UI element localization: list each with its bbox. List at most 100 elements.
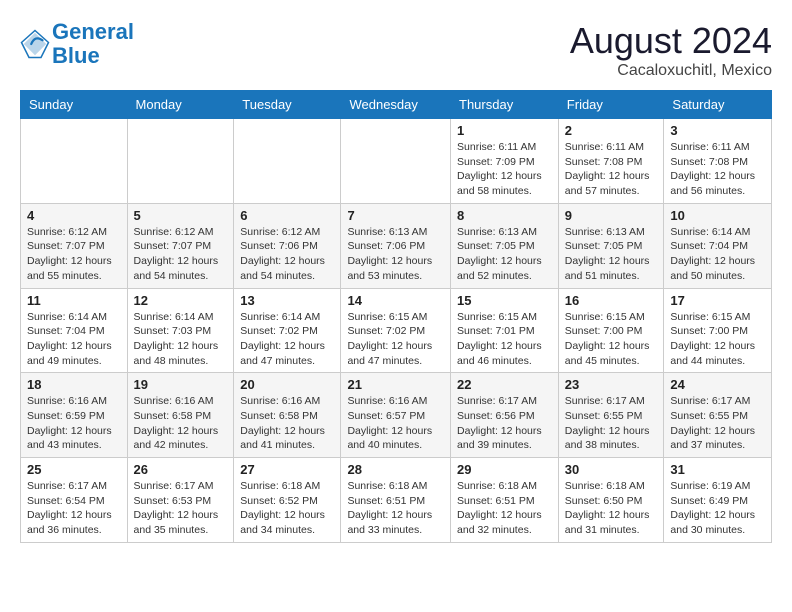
day-number: 7 <box>347 208 444 223</box>
calendar-week-row: 4 Sunrise: 6:12 AMSunset: 7:07 PMDaylight… <box>21 203 772 288</box>
day-number: 1 <box>457 123 552 138</box>
day-info: Sunrise: 6:14 AMSunset: 7:04 PMDaylight:… <box>670 225 765 284</box>
day-info: Sunrise: 6:14 AMSunset: 7:04 PMDaylight:… <box>27 310 121 369</box>
calendar-cell: 8 Sunrise: 6:13 AMSunset: 7:05 PMDaylight… <box>451 203 559 288</box>
day-number: 8 <box>457 208 552 223</box>
calendar-cell: 4 Sunrise: 6:12 AMSunset: 7:07 PMDaylight… <box>21 203 128 288</box>
day-number: 20 <box>240 377 334 392</box>
day-info: Sunrise: 6:15 AMSunset: 7:00 PMDaylight:… <box>670 310 765 369</box>
day-info: Sunrise: 6:19 AMSunset: 6:49 PMDaylight:… <box>670 479 765 538</box>
day-number: 29 <box>457 462 552 477</box>
location: Cacaloxuchitl, Mexico <box>570 62 772 80</box>
day-number: 19 <box>134 377 228 392</box>
calendar-week-row: 1 Sunrise: 6:11 AMSunset: 7:09 PMDaylight… <box>21 119 772 204</box>
calendar-cell <box>234 119 341 204</box>
day-number: 18 <box>27 377 121 392</box>
calendar-cell: 23Sunrise: 6:17 AMSunset: 6:55 PMDayligh… <box>558 373 664 458</box>
day-number: 9 <box>565 208 658 223</box>
day-info: Sunrise: 6:13 AMSunset: 7:05 PMDaylight:… <box>565 225 658 284</box>
calendar-cell: 6 Sunrise: 6:12 AMSunset: 7:06 PMDaylight… <box>234 203 341 288</box>
calendar-cell: 19 Sunrise: 6:16 AMSunset: 6:58 PMDayligh… <box>127 373 234 458</box>
day-number: 4 <box>27 208 121 223</box>
day-number: 13 <box>240 293 334 308</box>
day-info: Sunrise: 6:13 AMSunset: 7:05 PMDaylight:… <box>457 225 552 284</box>
day-number: 28 <box>347 462 444 477</box>
calendar-cell: 27 Sunrise: 6:18 AMSunset: 6:52 PMDayligh… <box>234 458 341 543</box>
calendar-cell: 14 Sunrise: 6:15 AMSunset: 7:02 PMDayligh… <box>341 288 451 373</box>
calendar-cell: 18 Sunrise: 6:16 AMSunset: 6:59 PMDayligh… <box>21 373 128 458</box>
calendar-cell: 15 Sunrise: 6:15 AMSunset: 7:01 PMDayligh… <box>451 288 559 373</box>
day-info: Sunrise: 6:15 AMSunset: 7:01 PMDaylight:… <box>457 310 552 369</box>
weekday-header-tuesday: Tuesday <box>234 91 341 119</box>
day-number: 24 <box>670 377 765 392</box>
day-number: 31 <box>670 462 765 477</box>
calendar-week-row: 18 Sunrise: 6:16 AMSunset: 6:59 PMDayligh… <box>21 373 772 458</box>
day-info: Sunrise: 6:15 AMSunset: 7:02 PMDaylight:… <box>347 310 444 369</box>
day-info: Sunrise: 6:18 AMSunset: 6:51 PMDaylight:… <box>457 479 552 538</box>
day-number: 17 <box>670 293 765 308</box>
day-number: 26 <box>134 462 228 477</box>
logo-icon <box>20 29 50 59</box>
calendar-cell: 22Sunrise: 6:17 AMSunset: 6:56 PMDayligh… <box>451 373 559 458</box>
calendar-cell: 1 Sunrise: 6:11 AMSunset: 7:09 PMDaylight… <box>451 119 559 204</box>
day-info: Sunrise: 6:14 AMSunset: 7:03 PMDaylight:… <box>134 310 228 369</box>
day-info: Sunrise: 6:16 AMSunset: 6:57 PMDaylight:… <box>347 394 444 453</box>
weekday-header-sunday: Sunday <box>21 91 128 119</box>
day-number: 3 <box>670 123 765 138</box>
day-number: 5 <box>134 208 228 223</box>
day-number: 2 <box>565 123 658 138</box>
weekday-header-friday: Friday <box>558 91 664 119</box>
day-info: Sunrise: 6:16 AMSunset: 6:58 PMDaylight:… <box>134 394 228 453</box>
day-info: Sunrise: 6:11 AMSunset: 7:09 PMDaylight:… <box>457 140 552 199</box>
calendar-cell: 24 Sunrise: 6:17 AMSunset: 6:55 PMDayligh… <box>664 373 772 458</box>
calendar-cell: 29 Sunrise: 6:18 AMSunset: 6:51 PMDayligh… <box>451 458 559 543</box>
day-info: Sunrise: 6:17 AMSunset: 6:54 PMDaylight:… <box>27 479 121 538</box>
calendar-cell <box>341 119 451 204</box>
day-number: 10 <box>670 208 765 223</box>
weekday-header-saturday: Saturday <box>664 91 772 119</box>
calendar-cell: 16 Sunrise: 6:15 AMSunset: 7:00 PMDayligh… <box>558 288 664 373</box>
page-header: General Blue August 2024 Cacaloxuchitl, … <box>20 20 772 80</box>
day-number: 14 <box>347 293 444 308</box>
calendar-cell: 31 Sunrise: 6:19 AMSunset: 6:49 PMDayligh… <box>664 458 772 543</box>
day-info: Sunrise: 6:16 AMSunset: 6:59 PMDaylight:… <box>27 394 121 453</box>
calendar-cell: 20 Sunrise: 6:16 AMSunset: 6:58 PMDayligh… <box>234 373 341 458</box>
weekday-header-row: SundayMondayTuesdayWednesdayThursdayFrid… <box>21 91 772 119</box>
weekday-header-wednesday: Wednesday <box>341 91 451 119</box>
day-info: Sunrise: 6:16 AMSunset: 6:58 PMDaylight:… <box>240 394 334 453</box>
day-number: 23 <box>565 377 658 392</box>
day-info: Sunrise: 6:18 AMSunset: 6:52 PMDaylight:… <box>240 479 334 538</box>
day-info: Sunrise: 6:17 AMSunset: 6:53 PMDaylight:… <box>134 479 228 538</box>
day-info: Sunrise: 6:17 AMSunset: 6:55 PMDaylight:… <box>670 394 765 453</box>
day-info: Sunrise: 6:18 AMSunset: 6:51 PMDaylight:… <box>347 479 444 538</box>
day-info: Sunrise: 6:12 AMSunset: 7:07 PMDaylight:… <box>27 225 121 284</box>
title-block: August 2024 Cacaloxuchitl, Mexico <box>570 20 772 80</box>
calendar-cell <box>21 119 128 204</box>
day-info: Sunrise: 6:15 AMSunset: 7:00 PMDaylight:… <box>565 310 658 369</box>
calendar-cell: 5Sunrise: 6:12 AMSunset: 7:07 PMDaylight… <box>127 203 234 288</box>
day-number: 15 <box>457 293 552 308</box>
calendar-week-row: 25Sunrise: 6:17 AMSunset: 6:54 PMDayligh… <box>21 458 772 543</box>
weekday-header-thursday: Thursday <box>451 91 559 119</box>
calendar-cell: 30Sunrise: 6:18 AMSunset: 6:50 PMDayligh… <box>558 458 664 543</box>
calendar-cell: 26 Sunrise: 6:17 AMSunset: 6:53 PMDayligh… <box>127 458 234 543</box>
day-number: 12 <box>134 293 228 308</box>
day-info: Sunrise: 6:14 AMSunset: 7:02 PMDaylight:… <box>240 310 334 369</box>
day-number: 21 <box>347 377 444 392</box>
calendar-cell: 25Sunrise: 6:17 AMSunset: 6:54 PMDayligh… <box>21 458 128 543</box>
calendar-cell: 10 Sunrise: 6:14 AMSunset: 7:04 PMDayligh… <box>664 203 772 288</box>
day-number: 22 <box>457 377 552 392</box>
day-number: 30 <box>565 462 658 477</box>
calendar-cell: 7Sunrise: 6:13 AMSunset: 7:06 PMDaylight… <box>341 203 451 288</box>
weekday-header-monday: Monday <box>127 91 234 119</box>
day-number: 16 <box>565 293 658 308</box>
day-number: 11 <box>27 293 121 308</box>
calendar-cell: 11 Sunrise: 6:14 AMSunset: 7:04 PMDayligh… <box>21 288 128 373</box>
day-info: Sunrise: 6:12 AMSunset: 7:06 PMDaylight:… <box>240 225 334 284</box>
day-number: 27 <box>240 462 334 477</box>
logo-text: General Blue <box>52 20 134 68</box>
calendar-cell: 28 Sunrise: 6:18 AMSunset: 6:51 PMDayligh… <box>341 458 451 543</box>
calendar-table: SundayMondayTuesdayWednesdayThursdayFrid… <box>20 90 772 543</box>
day-number: 6 <box>240 208 334 223</box>
calendar-cell: 17 Sunrise: 6:15 AMSunset: 7:00 PMDayligh… <box>664 288 772 373</box>
